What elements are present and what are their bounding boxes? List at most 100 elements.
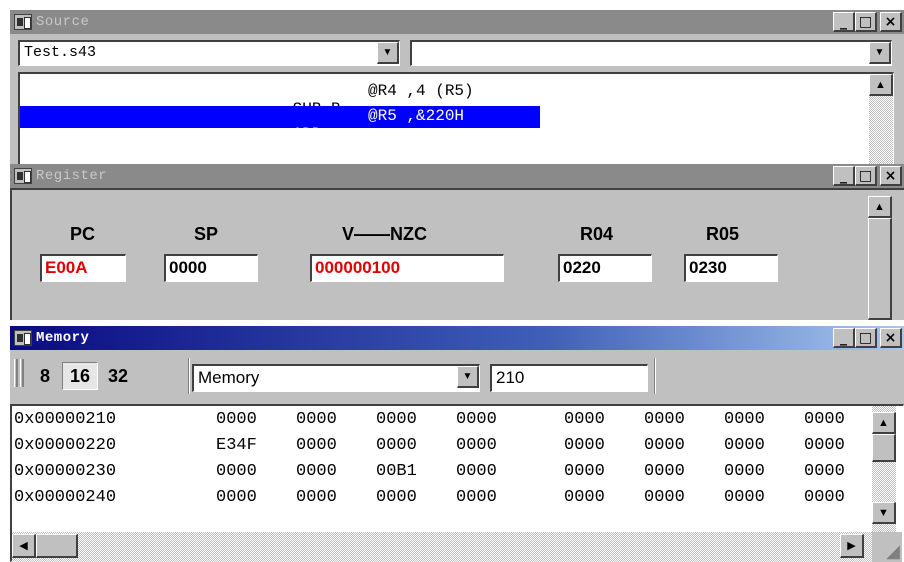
- arrow-up-icon: ▲: [878, 416, 889, 429]
- register-value-r05[interactable]: 0230: [684, 254, 778, 282]
- scroll-up-button[interactable]: ▲: [869, 74, 893, 96]
- memory-word[interactable]: 0000: [564, 410, 605, 429]
- chevron-down-icon: ▼: [382, 47, 393, 58]
- register-minimize-button[interactable]: _: [833, 166, 855, 186]
- arrow-left-icon: ◀: [19, 540, 28, 552]
- memory-word[interactable]: 0000: [216, 410, 257, 429]
- register-maximize-button[interactable]: □: [855, 166, 877, 186]
- source-close-button[interactable]: ×: [880, 12, 902, 32]
- source-function-combo[interactable]: ▼: [410, 40, 892, 66]
- memory-word[interactable]: 0000: [644, 410, 685, 429]
- memory-word[interactable]: 0000: [804, 410, 845, 429]
- memory-title: Memory: [36, 330, 90, 346]
- source-file-combo[interactable]: Test.s43 ▼: [18, 40, 400, 66]
- source-window-icon: [14, 14, 32, 30]
- memory-word[interactable]: 0000: [456, 462, 497, 481]
- code-line-current[interactable]: ADD: [235, 107, 322, 161]
- memory-minimize-button[interactable]: _: [833, 328, 855, 348]
- source-function-dropdown-button[interactable]: ▼: [869, 42, 891, 64]
- register-value-flags[interactable]: 000000100: [310, 254, 504, 282]
- register-titlebar[interactable]: Register _ □ ×: [10, 164, 904, 188]
- memory-address-value: 210: [496, 368, 525, 387]
- scroll-thumb[interactable]: [872, 434, 896, 462]
- scroll-up-button[interactable]: ▲: [872, 412, 896, 434]
- memory-word[interactable]: 0000: [456, 436, 497, 455]
- scroll-down-button[interactable]: ▼: [872, 502, 896, 524]
- memory-zone-dropdown-button[interactable]: ▼: [457, 366, 479, 388]
- memory-horizontal-scrollbar[interactable]: ◀ ▶: [12, 532, 872, 562]
- source-titlebar[interactable]: Source _ □ ×: [10, 10, 904, 34]
- memory-row[interactable]: 0x00000210 0000 0000 0000 0000 0000 0000 0000 00…: [14, 410, 870, 434]
- memory-word[interactable]: 0000: [724, 462, 765, 481]
- memory-word[interactable]: 0000: [724, 410, 765, 429]
- memory-word[interactable]: 0000: [456, 488, 497, 507]
- scroll-left-button[interactable]: ◀: [12, 534, 36, 558]
- horizontal-scroll-thumb[interactable]: [36, 534, 78, 558]
- register-value-pc[interactable]: E00A: [40, 254, 126, 282]
- memory-word[interactable]: 0000: [564, 462, 605, 481]
- register-label-r05: R05: [706, 224, 740, 244]
- memory-word[interactable]: 0000: [216, 488, 257, 507]
- memory-grid[interactable]: 0x00000210 0000 0000 0000 0000 0000 0000 0000 00…: [10, 404, 904, 562]
- word-size-32-button[interactable]: 32: [100, 362, 136, 390]
- memory-row[interactable]: 0x00000220 E34F 0000 0000 0000 0000 0000 0000 00…: [14, 436, 870, 460]
- register-value-sp[interactable]: 0000: [164, 254, 258, 282]
- register-value-r04[interactable]: 0220: [558, 254, 652, 282]
- memory-word[interactable]: E34F: [216, 436, 257, 455]
- memory-word[interactable]: 0000: [376, 488, 417, 507]
- source-minimize-button[interactable]: _: [833, 12, 855, 32]
- memory-row[interactable]: 0x00000240 0000 0000 0000 0000 0000 0000 0000 00…: [14, 488, 870, 512]
- memory-row[interactable]: 0x00000230 0000 0000 00B1 0000 0000 0000 0000 00…: [14, 462, 870, 486]
- memory-word[interactable]: 0000: [644, 436, 685, 455]
- toolbar-grip[interactable]: [20, 359, 24, 387]
- register-label-pc: PC: [70, 224, 96, 244]
- register-window: Register _ □ × PC E00A SP 0000 V——NZC 00…: [10, 164, 904, 320]
- memory-close-button[interactable]: ×: [880, 328, 902, 348]
- memory-word[interactable]: 0000: [724, 488, 765, 507]
- memory-word[interactable]: 0000: [296, 436, 337, 455]
- size-grip[interactable]: ◢: [872, 532, 902, 562]
- memory-word[interactable]: 0000: [564, 488, 605, 507]
- source-file-value: Test.s43: [24, 44, 97, 61]
- source-file-dropdown-button[interactable]: ▼: [377, 42, 399, 64]
- memory-word[interactable]: 0000: [724, 436, 765, 455]
- memory-address-input[interactable]: 210: [490, 364, 648, 392]
- maximize-icon: □: [858, 167, 873, 184]
- resize-grip-icon: ◢: [886, 541, 900, 562]
- memory-titlebar[interactable]: Memory _ □ ×: [10, 326, 904, 350]
- memory-word[interactable]: 0000: [644, 488, 685, 507]
- memory-word[interactable]: 0000: [376, 436, 417, 455]
- memory-word[interactable]: 0000: [804, 436, 845, 455]
- source-maximize-button[interactable]: □: [855, 12, 877, 32]
- register-vertical-scrollbar[interactable]: ▲: [868, 196, 892, 320]
- arrow-right-icon: ▶: [847, 540, 856, 552]
- source-vertical-scrollbar[interactable]: ▲: [869, 74, 893, 165]
- memory-word[interactable]: 0000: [376, 410, 417, 429]
- memory-word[interactable]: 00B1: [376, 462, 417, 481]
- register-close-button[interactable]: ×: [880, 166, 902, 186]
- register-label-sp: SP: [194, 224, 219, 244]
- toolbar-grip[interactable]: [14, 359, 18, 387]
- memory-window-icon: [14, 330, 32, 346]
- memory-address: 0x00000240: [14, 488, 117, 507]
- memory-vertical-scrollbar[interactable]: ▲ ▼: [872, 406, 896, 532]
- memory-maximize-button[interactable]: □: [855, 328, 877, 348]
- memory-word[interactable]: 0000: [296, 488, 337, 507]
- scroll-up-button[interactable]: ▲: [868, 196, 892, 218]
- memory-word[interactable]: 0000: [216, 462, 257, 481]
- scroll-thumb[interactable]: [868, 218, 892, 320]
- scroll-right-button[interactable]: ▶: [840, 534, 864, 558]
- source-code-view[interactable]: SUB.B @R4 ,4 (R5) ADD @R5 ,&220H ▲: [18, 72, 894, 165]
- memory-word[interactable]: 0000: [804, 462, 845, 481]
- memory-zone-combo[interactable]: Memory ▼: [192, 364, 480, 392]
- memory-address: 0x00000210: [14, 410, 117, 429]
- word-size-16-button[interactable]: 16: [62, 362, 98, 390]
- memory-word[interactable]: 0000: [296, 462, 337, 481]
- word-size-8-button[interactable]: 8: [30, 362, 60, 390]
- memory-word[interactable]: 0000: [296, 410, 337, 429]
- memory-word[interactable]: 0000: [644, 462, 685, 481]
- memory-word[interactable]: 0000: [804, 488, 845, 507]
- memory-word[interactable]: 0000: [564, 436, 605, 455]
- minimize-icon: _: [840, 329, 847, 346]
- memory-word[interactable]: 0000: [456, 410, 497, 429]
